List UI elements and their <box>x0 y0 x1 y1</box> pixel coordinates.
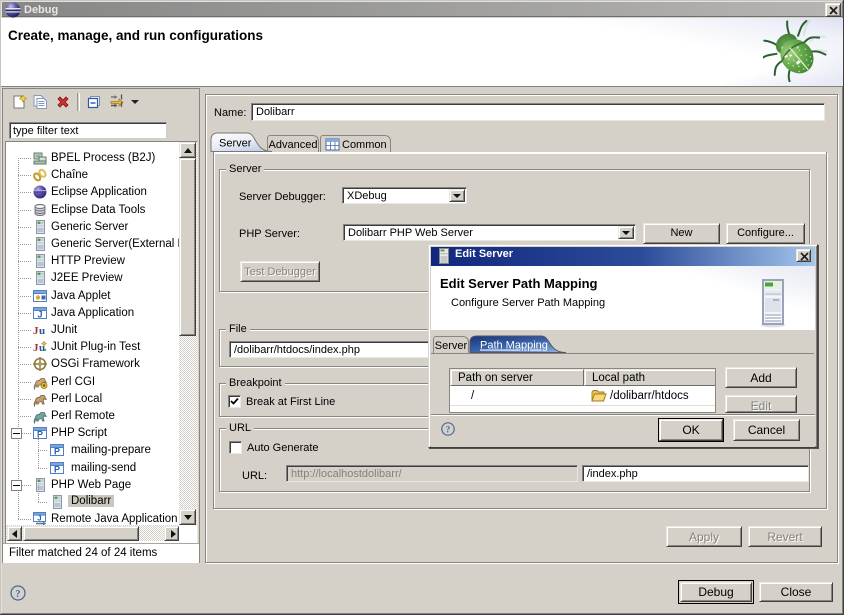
svg-text:u: u <box>39 325 45 337</box>
svg-text:P: P <box>54 464 60 474</box>
svg-text:?: ? <box>16 589 21 600</box>
svg-text:?: ? <box>446 425 451 435</box>
svg-text:Server: Server <box>219 138 252 150</box>
svg-text:J: J <box>37 514 41 523</box>
svg-text:Path Mapping: Path Mapping <box>480 340 548 352</box>
svg-text:J: J <box>37 309 42 319</box>
svg-text:P: P <box>54 447 60 457</box>
